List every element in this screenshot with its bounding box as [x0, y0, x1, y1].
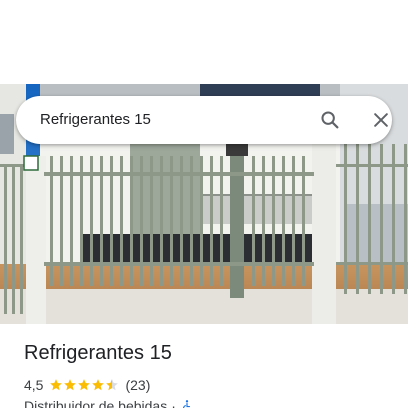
search-input[interactable]: Refrigerantes 15	[40, 96, 151, 144]
star-icon	[92, 379, 105, 391]
rating-value: 4,5	[24, 377, 44, 393]
star-icon	[64, 379, 77, 391]
search-bar[interactable]: Refrigerantes 15	[16, 96, 392, 144]
map-header-blank	[0, 0, 408, 84]
star-icon	[78, 379, 91, 391]
category-label: Distribuidor de bebidas	[24, 398, 168, 408]
star-icon	[106, 379, 119, 391]
wheelchair-icon	[182, 400, 190, 408]
place-title: Refrigerantes 15	[24, 342, 172, 364]
search-icon	[321, 111, 339, 129]
star-icon	[50, 379, 63, 391]
category-row: Distribuidor de bebidas ·	[24, 397, 194, 408]
close-button[interactable]	[365, 104, 397, 136]
search-button[interactable]	[314, 104, 346, 136]
separator: ·	[171, 398, 176, 408]
star-rating	[49, 378, 119, 392]
review-count[interactable]: (23)	[125, 377, 150, 393]
close-icon	[374, 113, 388, 127]
rating-row[interactable]: 4,5 (23)	[24, 376, 150, 394]
